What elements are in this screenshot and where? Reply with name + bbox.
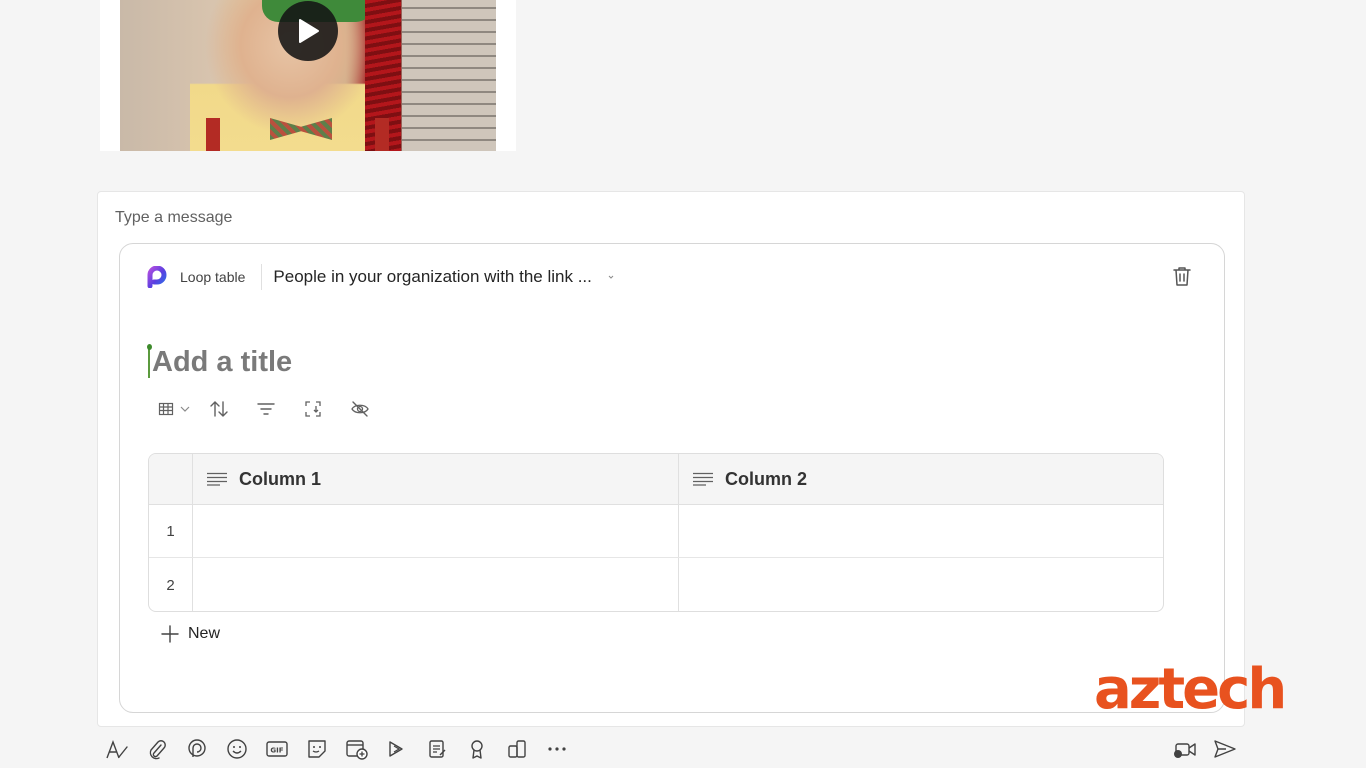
emoji-button[interactable] bbox=[224, 736, 250, 762]
more-options-button[interactable] bbox=[544, 736, 570, 762]
chevron-down-icon bbox=[180, 406, 190, 412]
sticker-icon bbox=[308, 740, 326, 758]
header-divider bbox=[261, 264, 263, 290]
compose-toolbar: GIF bbox=[104, 736, 584, 762]
delete-icon[interactable] bbox=[1170, 264, 1194, 288]
loop-table: Column 1 Column 2 1 2 bbox=[148, 453, 1164, 612]
play-icon bbox=[299, 19, 319, 43]
loop-table-card[interactable]: Loop table People in your organization w… bbox=[119, 243, 1225, 713]
chevron-down-icon[interactable] bbox=[606, 272, 616, 282]
send-icon bbox=[1214, 740, 1236, 758]
compose-box[interactable]: Type a message Loop table People in your… bbox=[97, 191, 1245, 727]
loop-logo-icon bbox=[147, 266, 167, 288]
table-toolbar bbox=[158, 396, 373, 422]
loop-icon bbox=[188, 739, 206, 757]
row-number: 1 bbox=[149, 505, 193, 557]
format-button[interactable] bbox=[104, 736, 130, 762]
resize-icon bbox=[305, 401, 321, 417]
loop-type-label: Loop table bbox=[180, 269, 246, 285]
text-caret bbox=[147, 344, 152, 378]
share-scope-dropdown[interactable]: People in your organization with the lin… bbox=[273, 267, 591, 287]
stream-icon bbox=[389, 741, 403, 757]
table-cell[interactable] bbox=[679, 558, 1163, 611]
gif-icon: GIF bbox=[266, 741, 288, 757]
hide-icon bbox=[351, 401, 369, 417]
gif-button[interactable]: GIF bbox=[264, 736, 290, 762]
praise-icon bbox=[471, 740, 483, 759]
column-header-label: Column 2 bbox=[725, 468, 808, 489]
table-view-icon bbox=[158, 402, 174, 416]
schedule-meeting-icon bbox=[346, 740, 368, 760]
apps-icon bbox=[508, 740, 526, 758]
column-header-label: Column 1 bbox=[239, 468, 322, 489]
schedule-meeting-button[interactable] bbox=[344, 736, 370, 762]
aztech-watermark: aztech bbox=[1094, 657, 1287, 722]
video-frame-strap bbox=[206, 118, 220, 151]
row-number: 2 bbox=[149, 558, 193, 611]
column-width-button[interactable] bbox=[300, 396, 326, 422]
attach-icon bbox=[149, 740, 166, 760]
text-column-icon bbox=[207, 472, 227, 486]
attach-button[interactable] bbox=[144, 736, 170, 762]
filter-icon bbox=[257, 403, 275, 415]
video-frame-strap bbox=[375, 118, 389, 151]
title-input[interactable]: Add a title bbox=[147, 342, 748, 382]
approvals-icon bbox=[429, 740, 446, 758]
message-input-placeholder[interactable]: Type a message bbox=[115, 209, 232, 227]
stream-button[interactable] bbox=[384, 736, 410, 762]
table-cell[interactable] bbox=[679, 505, 1163, 557]
apps-button[interactable] bbox=[504, 736, 530, 762]
video-frame-window bbox=[402, 0, 496, 151]
title-placeholder: Add a title bbox=[152, 345, 293, 378]
plus-icon bbox=[161, 625, 179, 643]
filter-button[interactable] bbox=[253, 396, 279, 422]
table-cell[interactable] bbox=[193, 505, 679, 557]
praise-button[interactable] bbox=[464, 736, 490, 762]
play-button[interactable] bbox=[278, 1, 338, 61]
add-row-button[interactable]: New bbox=[160, 622, 220, 646]
loop-card-header: Loop table People in your organization w… bbox=[146, 262, 616, 292]
video-thumbnail[interactable] bbox=[120, 0, 496, 151]
more-icon bbox=[548, 747, 566, 751]
loop-component-button[interactable] bbox=[184, 736, 210, 762]
table-row: 2 bbox=[149, 558, 1163, 611]
add-row-label: New bbox=[188, 625, 221, 642]
row-number-header bbox=[149, 454, 193, 504]
sort-button[interactable] bbox=[206, 396, 232, 422]
sticker-button[interactable] bbox=[304, 736, 330, 762]
column-header-1[interactable]: Column 1 bbox=[193, 454, 679, 504]
svg-text:GIF: GIF bbox=[270, 747, 283, 755]
sort-icon bbox=[210, 401, 228, 417]
gif-preview[interactable] bbox=[100, 0, 516, 151]
table-header-row: Column 1 Column 2 bbox=[149, 454, 1163, 505]
hide-columns-button[interactable] bbox=[347, 396, 373, 422]
meet-now-button[interactable] bbox=[1172, 736, 1198, 762]
approvals-button[interactable] bbox=[424, 736, 450, 762]
table-cell[interactable] bbox=[193, 558, 679, 611]
emoji-icon bbox=[227, 739, 247, 759]
table-view-button[interactable] bbox=[158, 396, 198, 422]
column-header-2[interactable]: Column 2 bbox=[679, 454, 1163, 504]
table-row: 1 bbox=[149, 505, 1163, 558]
text-column-icon bbox=[693, 472, 713, 486]
meet-now-icon bbox=[1174, 743, 1196, 758]
send-button[interactable] bbox=[1212, 736, 1238, 762]
format-icon bbox=[106, 740, 128, 759]
